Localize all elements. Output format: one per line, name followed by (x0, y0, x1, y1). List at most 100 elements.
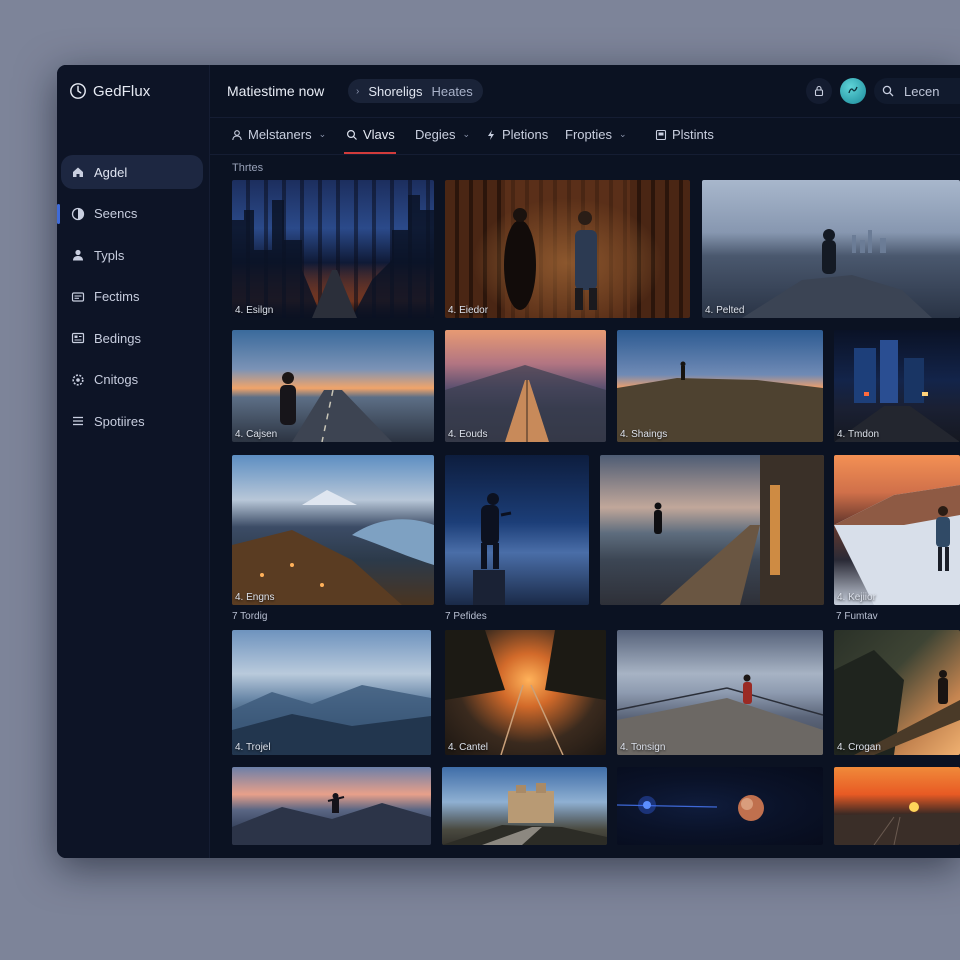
card-icon (71, 291, 85, 302)
photo-tile[interactable]: 4. Tonsign (617, 630, 823, 755)
photo-tile[interactable]: 4. Engns (232, 455, 434, 605)
photo-caption: 4. Shaings (620, 429, 668, 440)
tab-plstints[interactable]: Plstints (655, 127, 714, 142)
mountain-road-icon (445, 365, 606, 442)
sidebar-item-label: Bedings (94, 330, 141, 346)
pier-figure-icon (654, 455, 824, 605)
photo-caption: 4. Engns (235, 592, 275, 603)
photo-caption: 4. Eouds (448, 429, 488, 440)
photo-subcaption: 7 Fumtav (836, 611, 878, 622)
app-window: GedFlux Agdel Seencs Typls Fectims Bedin… (57, 65, 960, 858)
lock-button[interactable] (806, 78, 832, 104)
backpacker-icon (473, 493, 512, 605)
top-bar: Matiestime now › Shoreligs Heates Lecen (209, 65, 960, 118)
tab-fropties[interactable]: Fropties ⌄ (565, 127, 627, 142)
home-icon (73, 167, 83, 177)
photo-caption: 4. Tmdon (837, 429, 880, 440)
tab-label: Melstaners (248, 127, 312, 142)
tab-pletions[interactable]: Pletions (485, 127, 548, 142)
sidebar-item-label: Typls (94, 247, 125, 263)
gear-icon (72, 373, 84, 386)
breadcrumb-primary: Shoreligs (368, 83, 423, 99)
tab-melstaners[interactable]: Melstaners ⌄ (231, 127, 326, 142)
photo-tile[interactable]: 4. Esilgn (232, 180, 434, 318)
people-figures-icon (504, 180, 630, 318)
photo-tile[interactable] (600, 455, 824, 605)
photo-tile[interactable]: 4. Trojel (232, 630, 431, 755)
sidebar-item-seencs[interactable]: Seencs (57, 197, 203, 231)
road-figure-icon (280, 372, 392, 442)
breadcrumb-secondary: Heates (431, 83, 473, 99)
tab-label: Fropties (565, 127, 612, 142)
image-icon (655, 129, 667, 140)
brand[interactable]: GedFlux (69, 82, 150, 100)
photo-caption: 4. Trojel (235, 742, 271, 753)
photo-subcaption: 7 Pefides (445, 611, 487, 622)
photo-tile[interactable] (442, 767, 607, 845)
tab-label: Plstints (672, 127, 714, 142)
photo-tile[interactable]: 4. Kejiior (834, 455, 960, 605)
lock-icon (814, 85, 824, 97)
clock-logo-icon (70, 83, 86, 99)
photo-tile[interactable] (834, 767, 960, 845)
sunset-field-icon (834, 802, 960, 845)
user-icon (232, 129, 242, 140)
sidebar-item-agdel[interactable]: Agdel (61, 155, 203, 189)
photo-tile[interactable] (617, 767, 823, 845)
brand-name: GedFlux (93, 82, 151, 100)
photo-tile[interactable]: 4. Cajsen (232, 330, 434, 442)
sidebar-item-typls[interactable]: Typls (61, 238, 203, 272)
photo-subcaption: 7 Tordig (232, 611, 268, 622)
sidebar-item-bedings[interactable]: Bedings (61, 321, 203, 355)
sidebar-item-label: Cnitogs (94, 372, 139, 387)
photo-caption: 4. Pelted (705, 305, 745, 316)
list-icon (73, 416, 83, 426)
photo-tile[interactable]: 4. Eouds (445, 330, 606, 442)
tab-bar: Melstaners ⌄ Vlavs Degies ⌄ Pletions Fro… (209, 118, 960, 155)
night-city-icon (834, 340, 960, 442)
photo-tile[interactable]: 4. Tmdon (834, 330, 960, 442)
photo-caption: 4. Tonsign (620, 742, 666, 753)
sidebar-item-fectims[interactable]: Fectims (61, 280, 203, 314)
breadcrumb-pill[interactable]: › Shoreligs Heates (348, 79, 483, 103)
sidebar: GedFlux Agdel Seencs Typls Fectims Bedin… (57, 65, 210, 858)
sidebar-item-cnitogs[interactable]: Cnitogs (61, 363, 203, 397)
photo-tile[interactable]: 4. Pelted (702, 180, 960, 318)
railway-forest-icon (445, 630, 606, 755)
photo-caption: 4. Kejiior (837, 592, 876, 603)
section-label: Thrtes (232, 162, 264, 174)
hiker-cliff-icon (742, 229, 932, 318)
avatar-glyph-icon (848, 86, 858, 94)
snow-ridge-hiker-icon (834, 485, 960, 605)
photo-tile[interactable]: 4. Eiedor (445, 180, 690, 318)
photo-tile[interactable]: 4. Shaings (617, 330, 823, 442)
search-input[interactable]: Lecen (874, 78, 960, 104)
chevron-down-icon: ⌄ (618, 129, 627, 139)
avatar[interactable] (840, 78, 866, 104)
search-icon (882, 85, 894, 97)
chevron-down-icon: ⌄ (318, 129, 327, 139)
photo-caption: 4. Eiedor (448, 305, 489, 316)
half-circle-icon (71, 207, 85, 220)
photo-caption: 4. Cantel (448, 742, 489, 753)
photo-tile[interactable]: 4. Crogan (834, 630, 960, 755)
valley-lake-icon (232, 490, 434, 605)
tab-label: Pletions (502, 127, 549, 142)
photo-caption: 4. Cajsen (235, 429, 278, 440)
photo-tile[interactable] (232, 767, 431, 845)
cliff-walker-icon (834, 650, 960, 755)
tab-vlavs[interactable]: Vlavs (346, 127, 395, 142)
tab-degies[interactable]: Degies ⌄ (415, 127, 470, 142)
user-icon (73, 249, 83, 261)
active-tab-indicator (344, 152, 396, 154)
chevron-down-icon: ⌄ (462, 129, 471, 139)
page-title: Matiestime now (227, 83, 325, 99)
mountain-dancer-icon (232, 793, 431, 845)
photo-tile[interactable] (445, 455, 589, 605)
search-icon (346, 129, 357, 140)
planet-flare-icon (617, 795, 764, 821)
photo-tile[interactable]: 4. Cantel (445, 630, 606, 755)
sidebar-nav: Agdel Seencs Typls Fectims Bedings Cnito… (57, 155, 203, 446)
sidebar-item-label: Seencs (94, 206, 138, 221)
sidebar-item-spotiires[interactable]: Spotiires (61, 404, 203, 438)
